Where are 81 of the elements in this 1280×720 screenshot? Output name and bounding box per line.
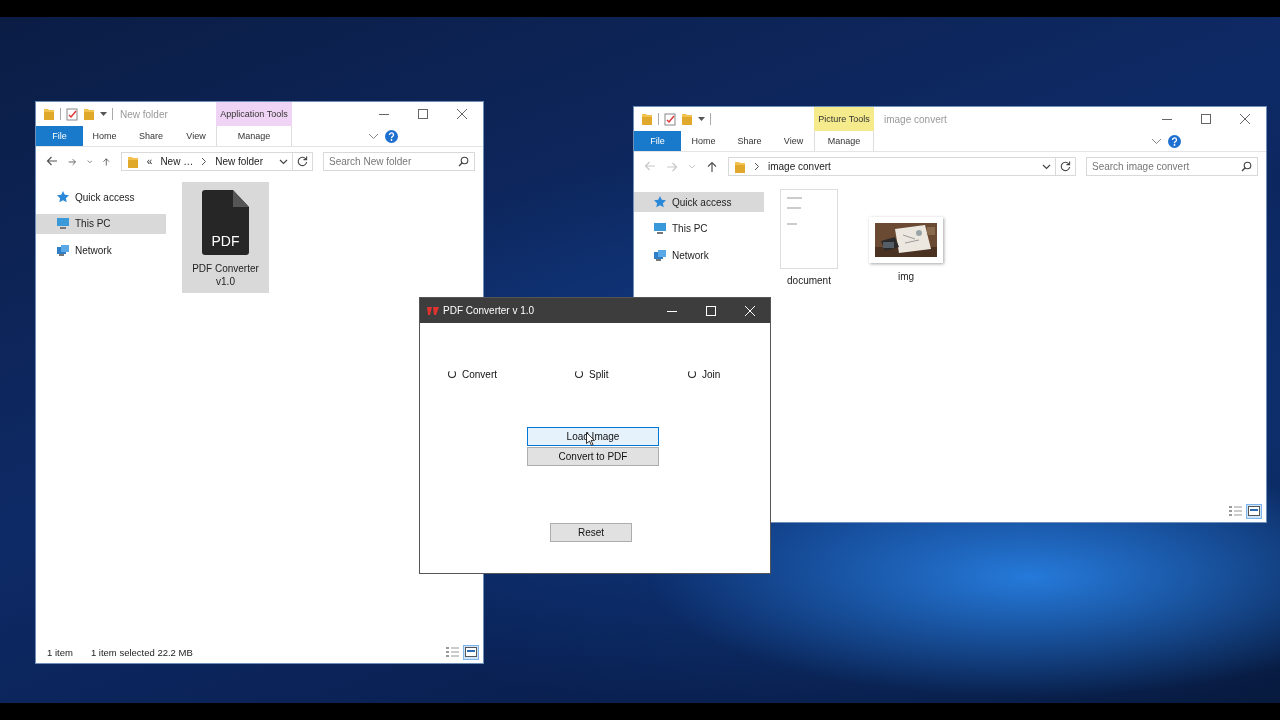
refresh-icon[interactable] bbox=[297, 156, 308, 167]
nav-item[interactable]: This PC bbox=[634, 218, 764, 239]
folder-icon bbox=[641, 112, 653, 126]
folder-icon bbox=[83, 107, 95, 121]
file-item[interactable]: document bbox=[780, 187, 838, 287]
back-arrow-icon[interactable] bbox=[46, 154, 58, 167]
refresh-button[interactable] bbox=[1056, 157, 1076, 176]
nav-item[interactable]: Network bbox=[36, 240, 166, 260]
search-field[interactable]: Search New folder bbox=[323, 152, 475, 171]
breadcrumb-chevron-icon[interactable] bbox=[201, 157, 208, 166]
contextual-tab-header: Picture Tools bbox=[814, 107, 874, 131]
chevron-down-icon[interactable] bbox=[1042, 163, 1051, 170]
folder-icon bbox=[734, 159, 746, 174]
window-title: image convert bbox=[884, 113, 947, 125]
details-view-icon[interactable] bbox=[1229, 505, 1242, 517]
folder-icon bbox=[681, 112, 693, 126]
file-tab[interactable]: File bbox=[36, 126, 83, 146]
properties-icon[interactable] bbox=[664, 112, 676, 126]
help-icon[interactable] bbox=[1168, 134, 1181, 148]
close-icon[interactable] bbox=[456, 108, 468, 120]
contextual-tab-header: Application Tools bbox=[216, 102, 292, 126]
nav-item[interactable]: Quick access bbox=[634, 192, 764, 212]
ribbon-tab[interactable]: View bbox=[773, 131, 814, 151]
properties-icon[interactable] bbox=[66, 107, 78, 121]
window-title: New folder bbox=[120, 108, 168, 120]
ribbon-tab[interactable]: View bbox=[176, 126, 216, 146]
breadcrumb-chevron-icon[interactable] bbox=[754, 162, 760, 171]
contextual-tab[interactable]: Manage bbox=[814, 131, 874, 151]
star-icon bbox=[56, 190, 70, 204]
ribbon-tab[interactable]: Home bbox=[83, 126, 126, 146]
close-icon[interactable] bbox=[1239, 113, 1251, 125]
up-arrow-icon[interactable] bbox=[102, 155, 111, 168]
ribbon-tab[interactable]: Share bbox=[726, 131, 773, 151]
status-text: 1 item bbox=[47, 646, 73, 658]
refresh-icon[interactable] bbox=[1060, 161, 1071, 172]
refresh-button[interactable] bbox=[293, 152, 313, 171]
pdf-file-icon: PDF bbox=[202, 190, 249, 255]
contextual-tab[interactable]: Manage bbox=[216, 126, 292, 146]
status-text: 1 item selected 22.2 MB bbox=[90, 646, 193, 658]
search-field[interactable]: Search image convert bbox=[1086, 157, 1258, 176]
dropdown-caret-icon[interactable] bbox=[100, 111, 107, 117]
nav-item[interactable]: Network bbox=[634, 245, 764, 265]
breadcrumb-item[interactable]: image convert bbox=[768, 161, 831, 172]
action-button[interactable]: Convert to PDF bbox=[527, 447, 659, 466]
search-icon[interactable] bbox=[1241, 161, 1252, 172]
file-item[interactable]: PDF PDF Converter v1.0 bbox=[182, 182, 269, 293]
file-item[interactable]: img bbox=[870, 187, 942, 283]
radio-option[interactable]: Join bbox=[688, 367, 770, 381]
up-arrow-icon[interactable] bbox=[706, 160, 718, 173]
network-icon bbox=[653, 248, 667, 262]
ribbon-tab[interactable]: Share bbox=[126, 126, 176, 146]
folder-icon bbox=[43, 107, 55, 121]
reset-button[interactable]: Reset bbox=[550, 523, 632, 542]
radio-option[interactable]: Convert bbox=[448, 367, 575, 381]
large-icons-view-icon[interactable] bbox=[463, 644, 479, 660]
computer-icon bbox=[56, 217, 70, 230]
maximize-icon[interactable] bbox=[1200, 113, 1212, 125]
dialog-title: PDF Converter v 1.0 bbox=[443, 305, 536, 316]
nav-item[interactable]: This PC bbox=[36, 213, 166, 234]
nav-item[interactable]: Quick access bbox=[36, 187, 166, 207]
network-icon bbox=[56, 243, 70, 257]
address-bar[interactable]: « New … New folder bbox=[120, 152, 293, 171]
search-icon[interactable] bbox=[458, 156, 469, 167]
recent-locations-icon[interactable] bbox=[86, 158, 93, 165]
breadcrumb-item[interactable]: New … bbox=[160, 156, 194, 167]
overflow-chevron[interactable]: « bbox=[146, 156, 153, 167]
details-view-icon[interactable] bbox=[446, 646, 459, 658]
computer-icon bbox=[653, 222, 667, 235]
star-icon bbox=[653, 195, 667, 209]
chevron-down-icon[interactable] bbox=[279, 158, 288, 165]
large-icons-view-icon[interactable] bbox=[1246, 503, 1262, 519]
file-tab[interactable]: File bbox=[634, 131, 681, 151]
radio-option[interactable]: Split bbox=[575, 367, 688, 381]
folder-icon bbox=[126, 154, 139, 169]
ribbon-tab[interactable]: Home bbox=[681, 131, 726, 151]
dropdown-caret-icon[interactable] bbox=[698, 116, 705, 122]
address-bar[interactable]: image convert bbox=[728, 157, 1056, 176]
breadcrumb-item[interactable]: New folder bbox=[215, 156, 263, 167]
maximize-icon[interactable] bbox=[417, 108, 429, 120]
help-icon[interactable] bbox=[385, 129, 398, 143]
app-icon bbox=[427, 305, 439, 316]
